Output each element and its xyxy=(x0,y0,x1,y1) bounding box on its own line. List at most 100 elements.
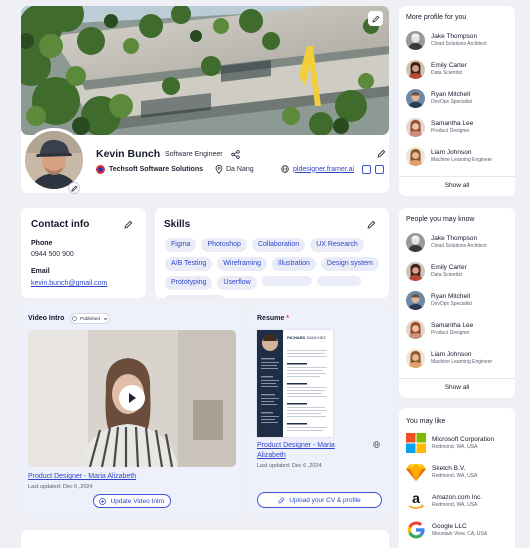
edit-cover-button[interactable] xyxy=(368,11,383,26)
resume-heading-text: Resume xyxy=(257,315,285,322)
play-button[interactable] xyxy=(119,385,145,411)
company-name: Google LLC xyxy=(432,522,467,530)
people-suggestion[interactable]: Jake Thompson Cloud Solutions Architect xyxy=(406,233,487,252)
play-icon xyxy=(129,393,136,403)
skill-chip[interactable]: Illustration xyxy=(272,257,316,271)
more-profiles-heading: More profile for you xyxy=(406,14,467,21)
resume-title-link[interactable]: Product Designer - Maria Alizabeth xyxy=(257,441,357,461)
skill-chip[interactable]: Prototyping xyxy=(165,276,213,290)
company-name: Amazon.com Inc. xyxy=(432,493,483,501)
skill-chip[interactable]: A/B Testing xyxy=(165,257,213,271)
document-icon[interactable] xyxy=(362,165,371,174)
profile-name: Kevin Bunch xyxy=(96,148,161,160)
person-name: Ryan Mitchell xyxy=(431,91,471,98)
profile-suggestion[interactable]: Liam Johnson Machine Learning Engineer xyxy=(406,147,492,166)
show-all-people-link[interactable]: Show all xyxy=(399,384,515,391)
skill-chip[interactable]: Figma xyxy=(165,238,197,252)
video-heading: Video Intro xyxy=(28,315,65,322)
skill-chips: Figma Photoshop Collaboration UX Researc… xyxy=(165,238,385,298)
update-video-button[interactable]: Update Video Intro xyxy=(93,494,171,508)
company-location: Redmond, WA, USA xyxy=(432,501,478,508)
resume-doc-first: RICHARD xyxy=(287,335,306,340)
video-title-link[interactable]: Product Designer - Maria Alizabeth xyxy=(28,472,136,482)
profile-suggestion[interactable]: Ryan Mitchell DevOps Specialist xyxy=(406,89,472,108)
avatar xyxy=(406,118,425,137)
person-role: DevOps Specialist xyxy=(431,301,472,307)
person-name: Emily Carter xyxy=(431,62,467,69)
company-suggestion[interactable]: a Amazon.com Inc. Redmond, WA, USA xyxy=(406,491,482,511)
skill-chip-placeholder xyxy=(261,276,312,286)
company-name: Microsoft Corporation xyxy=(432,435,495,443)
update-video-label: Update Video Intro xyxy=(110,497,165,505)
company-row: Techsoft Software Solutions Da Nang xyxy=(96,165,254,174)
skill-chip[interactable]: Wireframing xyxy=(217,257,268,271)
publish-status-dropdown[interactable]: Published xyxy=(70,313,110,324)
avatar xyxy=(406,291,425,310)
edit-avatar-button[interactable] xyxy=(68,182,80,194)
company-location: Redmond, WA, USA xyxy=(432,472,478,479)
globe-icon[interactable] xyxy=(373,441,380,450)
company-location: Mountain View, CA, USA xyxy=(432,530,488,537)
upload-cv-button[interactable]: Upload your CV & profile xyxy=(257,492,382,508)
person-role: Cloud Solutions Architect xyxy=(431,243,487,249)
people-suggestion[interactable]: Ryan Mitchell DevOps Specialist xyxy=(406,291,472,310)
company-name: Techsoft Software Solutions xyxy=(109,166,203,173)
avatar xyxy=(406,320,425,339)
resume-preview[interactable]: RICHARD SANCHEZ xyxy=(257,330,333,437)
cover-image xyxy=(21,6,389,135)
contact-heading: Contact info xyxy=(31,219,90,230)
pencil-icon xyxy=(70,184,78,192)
company-suggestion[interactable]: Sketch B.V. Redmond, WA, USA xyxy=(406,462,477,482)
avatar xyxy=(406,60,425,79)
skill-chip[interactable]: Collaboration xyxy=(251,238,306,252)
company-suggestion[interactable]: Google LLC Mountain View, CA, USA xyxy=(406,520,487,540)
company-name: Sketch B.V. xyxy=(432,464,466,472)
person-name: Samantha Lee xyxy=(431,120,474,127)
people-suggestion[interactable]: Liam Johnson Machine Learning Engineer xyxy=(406,349,492,368)
microsoft-logo-icon xyxy=(406,433,426,453)
next-section-card xyxy=(21,530,389,548)
person-name: Jake Thompson xyxy=(431,33,478,40)
upload-cv-label: Upload your CV & profile xyxy=(289,496,361,504)
required-mark: * xyxy=(286,315,289,322)
edit-profile-button[interactable] xyxy=(377,149,386,160)
website-link[interactable]: pldesigner.framer.ai xyxy=(293,166,354,173)
skill-chip[interactable]: Userflow xyxy=(217,276,257,290)
resume-doc-last: SANCHEZ xyxy=(306,335,326,340)
people-suggestion[interactable]: Samantha Lee Product Designer xyxy=(406,320,473,339)
person-role: Cloud Solutions Architect xyxy=(431,41,487,47)
pencil-icon xyxy=(124,220,133,229)
edit-contact-button[interactable] xyxy=(124,220,133,231)
show-all-profiles-link[interactable]: Show all xyxy=(399,182,515,189)
you-may-like-card: You may like Microsoft Corporation Redmon… xyxy=(399,408,515,548)
skill-chip[interactable]: Design system xyxy=(320,257,379,271)
company-location: Redmond, WA, USA xyxy=(432,443,478,450)
profile-suggestion[interactable]: Jake Thompson Cloud Solutions Architect xyxy=(406,31,487,50)
amazon-logo-icon: a xyxy=(406,491,426,511)
phone-value: 0944 500 900 xyxy=(31,251,74,258)
divider xyxy=(399,176,515,177)
avatar xyxy=(406,233,425,252)
share-icon[interactable] xyxy=(231,150,240,161)
location-pin-icon xyxy=(215,165,223,174)
plus-circle-icon xyxy=(99,497,107,505)
resume-updated: Last updated: Dec 6 ,2024 xyxy=(257,463,322,469)
skill-chip[interactable]: Photoshop xyxy=(201,238,247,252)
profile-suggestion[interactable]: Emily Carter Data Scientist xyxy=(406,60,467,79)
edit-skills-button[interactable] xyxy=(367,220,376,231)
linkedin-icon[interactable] xyxy=(375,165,384,174)
location-text: Da Nang xyxy=(226,166,254,173)
social-links xyxy=(362,165,384,174)
google-logo-icon xyxy=(406,520,426,540)
company-suggestion[interactable]: Microsoft Corporation Redmond, WA, USA xyxy=(406,433,494,453)
profile-suggestion[interactable]: Samantha Lee Product Designer xyxy=(406,118,473,137)
skill-chip[interactable]: UX Research xyxy=(310,238,364,252)
email-label: Email xyxy=(31,268,50,275)
profile-title: Software Engineer xyxy=(165,151,223,158)
email-link[interactable]: kevin.bunch@gmail.com xyxy=(31,280,107,287)
avatar xyxy=(406,31,425,50)
pencil-icon xyxy=(367,220,376,229)
people-suggestion[interactable]: Emily Carter Data Scientist xyxy=(406,262,467,281)
person-name: Liam Johnson xyxy=(431,351,472,358)
skills-card: Skills Figma Photoshop Collaboration UX … xyxy=(155,208,389,298)
